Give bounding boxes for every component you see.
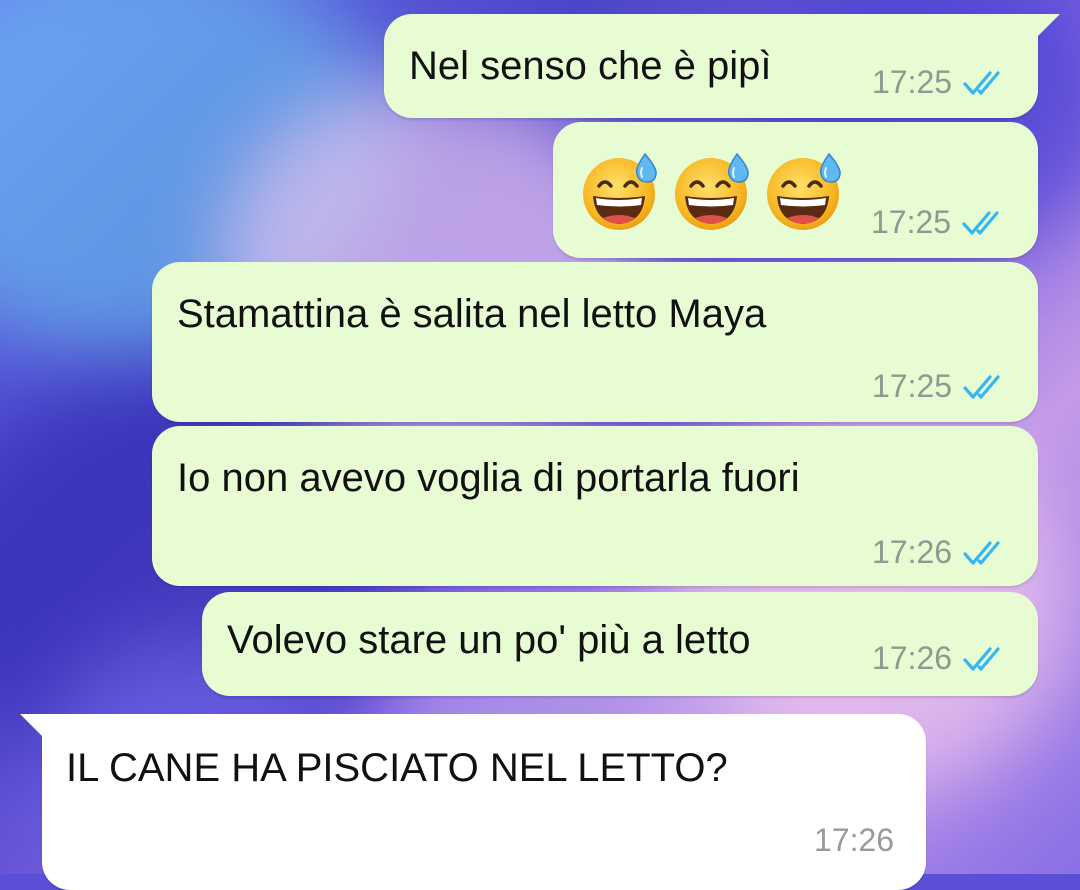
- message-bubble-outgoing[interactable]: Stamattina è salita nel letto Maya 17:25: [152, 262, 1038, 422]
- message-time: 17:25: [872, 368, 953, 404]
- message-time: 17:25: [872, 64, 953, 100]
- message-bubble-outgoing[interactable]: Nel senso che è pipì 17:25: [384, 14, 1060, 118]
- message-text: IL CANE HA PISCIATO NEL LETTO?: [66, 746, 728, 790]
- message-text: Stamattina è salita nel letto Maya: [177, 292, 767, 336]
- grinning-face-with-sweat-emoji: [671, 150, 753, 232]
- message-time: 17:26: [814, 822, 895, 858]
- message-text: Io non avevo voglia di portarla fuori: [177, 456, 800, 500]
- grinning-face-with-sweat-emoji: [579, 150, 661, 232]
- message-time: 17:25: [871, 204, 952, 240]
- double-check-icon: [962, 645, 1008, 673]
- grinning-face-with-sweat-emoji: [763, 150, 845, 232]
- message-text: Volevo stare un po' più a letto: [227, 618, 751, 662]
- message-text: Nel senso che è pipì: [409, 44, 772, 88]
- message-time: 17:26: [872, 640, 953, 676]
- message-meta: 17:26: [872, 534, 1008, 571]
- double-check-icon: [962, 373, 1008, 401]
- message-meta: 17:25: [872, 368, 1008, 405]
- message-meta: 17:26: [872, 640, 1008, 677]
- message-meta: 17:25: [871, 204, 1007, 241]
- message-bubble-incoming[interactable]: IL CANE HA PISCIATO NEL LETTO? 17:26: [20, 714, 926, 890]
- message-bubble-outgoing[interactable]: 17:25: [553, 122, 1038, 258]
- message-time: 17:26: [872, 534, 953, 570]
- message-meta: 17:25: [872, 64, 1008, 101]
- emoji-row: [579, 150, 845, 232]
- message-bubble-outgoing[interactable]: Io non avevo voglia di portarla fuori 17…: [152, 426, 1038, 586]
- double-check-icon: [961, 209, 1007, 237]
- double-check-icon: [962, 539, 1008, 567]
- message-bubble-outgoing[interactable]: Volevo stare un po' più a letto 17:26: [202, 592, 1038, 696]
- double-check-icon: [962, 69, 1008, 97]
